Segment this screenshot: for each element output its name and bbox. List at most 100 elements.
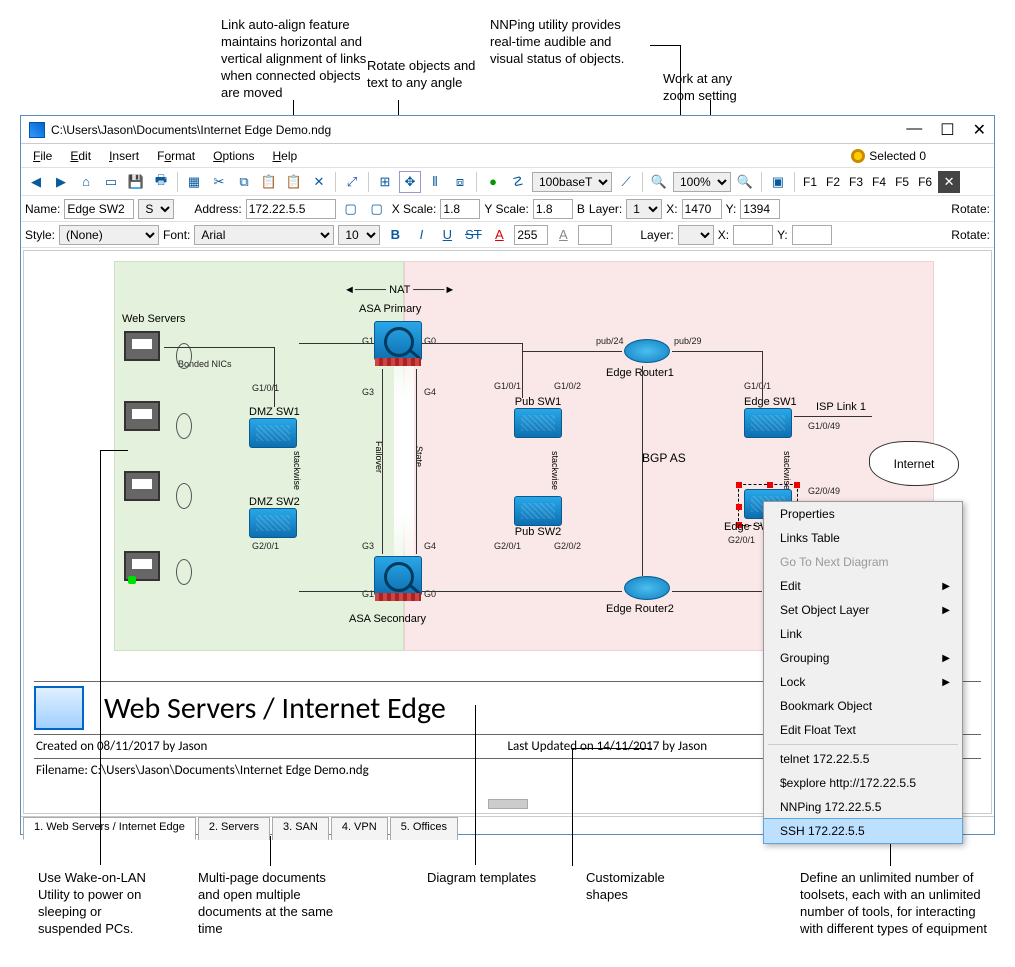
menu-properties[interactable]: Properties <box>764 502 962 526</box>
name-input[interactable] <box>64 199 134 219</box>
open-button[interactable]: ▭ <box>100 171 122 193</box>
f6-button[interactable]: F6 <box>915 175 935 189</box>
maximize-button[interactable]: ☐ <box>940 120 954 140</box>
x-input[interactable] <box>682 199 722 219</box>
menu-explore[interactable]: $explore http://172.22.5.5 <box>764 771 962 795</box>
y-input[interactable] <box>740 199 780 219</box>
addr-icon2[interactable]: ▢ <box>366 198 388 220</box>
cut-button[interactable]: ✂ <box>208 171 230 193</box>
link-type-select[interactable]: 100baseT <box>532 172 612 192</box>
style-select[interactable]: (None) <box>59 225 159 245</box>
paste-button[interactable]: 📋 <box>258 171 280 193</box>
tab-5[interactable]: 5. Offices <box>390 817 458 840</box>
menu-edit[interactable]: Edit▶ <box>764 574 962 598</box>
fill-color-button[interactable]: A <box>552 224 574 246</box>
server-4[interactable] <box>124 551 160 581</box>
menu-links-table[interactable]: Links Table <box>764 526 962 550</box>
f5-button[interactable]: F5 <box>892 175 912 189</box>
fkey-close-button[interactable]: ✕ <box>938 171 960 193</box>
tab-4[interactable]: 4. VPN <box>331 817 388 840</box>
pub-sw2[interactable]: Pub SW2 <box>514 496 562 538</box>
forward-button[interactable]: ▶ <box>50 171 72 193</box>
back-button[interactable]: ◀ <box>25 171 47 193</box>
menu-set-layer[interactable]: Set Object Layer▶ <box>764 598 962 622</box>
x2-input[interactable] <box>733 225 773 245</box>
edge-sw1[interactable]: Edge SW1 <box>744 396 797 438</box>
strike-button[interactable]: ST <box>462 224 484 246</box>
menu-help[interactable]: Help <box>265 147 306 165</box>
scale-button[interactable]: ⤢ <box>341 171 363 193</box>
link-tool-button[interactable]: ☡ <box>507 171 529 193</box>
minimize-button[interactable]: — <box>906 120 922 140</box>
internet-cloud[interactable]: Internet <box>869 441 959 486</box>
print-button[interactable]: 🖶 <box>150 171 172 193</box>
menu-grouping[interactable]: Grouping▶ <box>764 646 962 670</box>
edge-router1[interactable] <box>624 339 670 363</box>
zoom-select[interactable]: 100% <box>673 172 731 192</box>
paste-special-button[interactable]: 📋 <box>283 171 305 193</box>
underline-button[interactable]: U <box>436 224 458 246</box>
menu-lock[interactable]: Lock▶ <box>764 670 962 694</box>
grid-button[interactable]: ▦ <box>183 171 205 193</box>
menu-options[interactable]: Options <box>205 147 262 165</box>
asa-secondary[interactable] <box>374 556 422 596</box>
menu-nnping[interactable]: NNPing 172.22.5.5 <box>764 795 962 819</box>
server-3[interactable] <box>124 471 160 501</box>
address-input[interactable] <box>246 199 336 219</box>
world-button[interactable]: ● <box>482 171 504 193</box>
addr-icon[interactable]: ▢ <box>340 198 362 220</box>
dmz-sw1[interactable]: DMZ SW1 <box>249 406 300 448</box>
pub-sw1[interactable]: Pub SW1 <box>514 396 562 438</box>
layer-select[interactable]: 1 <box>626 199 662 219</box>
save-button[interactable]: 💾 <box>125 171 147 193</box>
zoom-in-button[interactable]: 🔍 <box>734 171 756 193</box>
y2-input[interactable] <box>792 225 832 245</box>
menu-telnet[interactable]: telnet 172.22.5.5 <box>764 747 962 771</box>
tab-3[interactable]: 3. SAN <box>272 817 329 840</box>
menu-file[interactable]: File <box>25 147 60 165</box>
font-size-select[interactable]: 10 <box>338 225 380 245</box>
yscale-input[interactable] <box>533 199 573 219</box>
layer2-select[interactable] <box>678 225 714 245</box>
annotation-shapes: Customizable shapes <box>586 870 686 904</box>
distribute-button[interactable]: ⫴ <box>424 171 446 193</box>
f3-button[interactable]: F3 <box>846 175 866 189</box>
group-button[interactable]: ⧈ <box>449 171 471 193</box>
color-input[interactable] <box>514 225 548 245</box>
menu-format[interactable]: Format <box>149 147 203 165</box>
f2-button[interactable]: F2 <box>823 175 843 189</box>
tab-2[interactable]: 2. Servers <box>198 817 270 840</box>
size-select[interactable]: S <box>138 199 174 219</box>
italic-button[interactable]: I <box>410 224 432 246</box>
edge-router2[interactable] <box>624 576 670 600</box>
server-2[interactable] <box>124 401 160 431</box>
xscale-input[interactable] <box>440 199 480 219</box>
menu-ssh[interactable]: SSH 172.22.5.5 <box>763 818 963 844</box>
delete-button[interactable]: ✕ <box>308 171 330 193</box>
asa-primary[interactable] <box>374 321 422 361</box>
snap-button[interactable]: ✥ <box>399 171 421 193</box>
fill-input[interactable] <box>578 225 612 245</box>
f4-button[interactable]: F4 <box>869 175 889 189</box>
copy-button[interactable]: ⧉ <box>233 171 255 193</box>
font-select[interactable]: Arial <box>194 225 334 245</box>
horizontal-scrollbar[interactable] <box>488 799 528 809</box>
tab-1[interactable]: 1. Web Servers / Internet Edge <box>23 817 196 840</box>
close-button[interactable]: ✕ <box>973 120 986 140</box>
bold-button[interactable]: B <box>384 224 406 246</box>
gear-icon[interactable] <box>851 149 865 163</box>
f1-button[interactable]: F1 <box>800 175 820 189</box>
font-color-button[interactable]: A <box>488 224 510 246</box>
dmz-sw2[interactable]: DMZ SW2 <box>249 496 300 538</box>
menu-link[interactable]: Link <box>764 622 962 646</box>
link-style-button[interactable]: ⟋ <box>615 171 637 193</box>
menu-edit[interactable]: Edit <box>62 147 99 165</box>
menu-bookmark[interactable]: Bookmark Object <box>764 694 962 718</box>
menu-float-text[interactable]: Edit Float Text <box>764 718 962 742</box>
fit-button[interactable]: ▣ <box>767 171 789 193</box>
server-1[interactable] <box>124 331 160 361</box>
home-button[interactable]: ⌂ <box>75 171 97 193</box>
menu-insert[interactable]: Insert <box>101 147 147 165</box>
align-button[interactable]: ⊞ <box>374 171 396 193</box>
zoom-out-button[interactable]: 🔍 <box>648 171 670 193</box>
